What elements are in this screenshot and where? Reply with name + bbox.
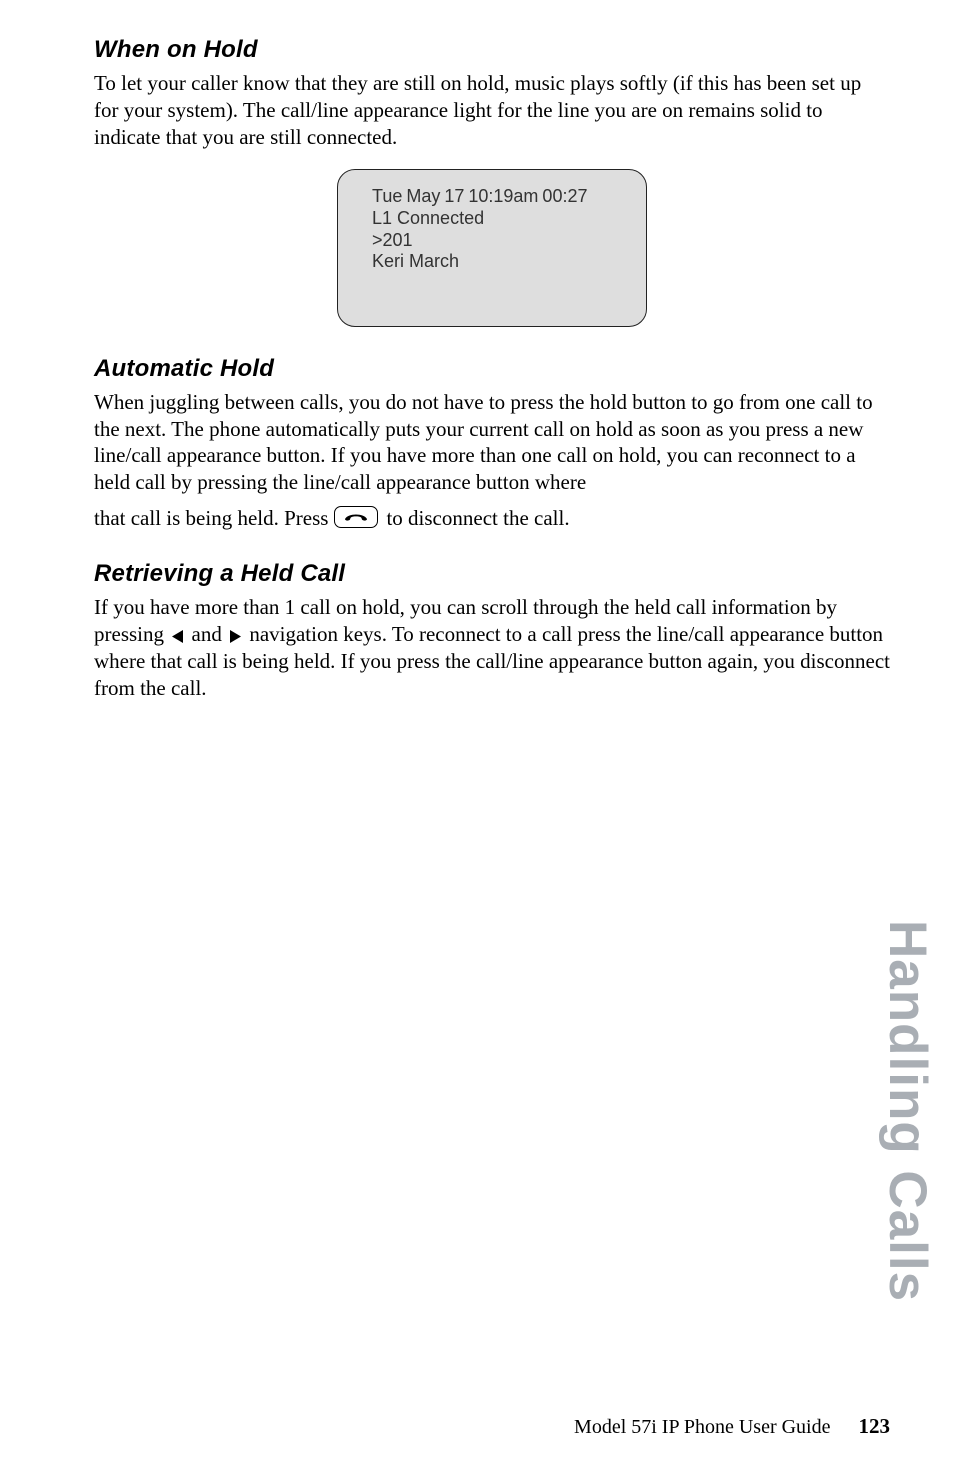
para-retrieving-held-call: If you have more than 1 call on hold, yo… (94, 594, 890, 702)
footer-page-number: 123 (859, 1414, 891, 1439)
lcd-screen: Tue May 17 10:19am 00:27 L1 Connected >2… (337, 169, 647, 327)
para-automatic-hold: When juggling between calls, you do not … (94, 389, 890, 497)
lcd-line-name: Keri March (372, 251, 632, 273)
page-footer: Model 57i IP Phone User Guide 123 (574, 1414, 890, 1439)
lcd-line-datetime: Tue May 17 10:19am 00:27 (372, 186, 632, 208)
page-content: When on Hold To let your caller know tha… (0, 0, 954, 1475)
para-automatic-hold-press: that call is being held. Press to discon… (94, 504, 890, 532)
heading-automatic-hold: Automatic Hold (94, 355, 890, 383)
lcd-figure-container: Tue May 17 10:19am 00:27 L1 Connected >2… (94, 169, 890, 327)
lcd-line-number: >201 (372, 230, 632, 252)
text-and: and (192, 622, 222, 646)
footer-guide-title: Model 57i IP Phone User Guide (574, 1416, 830, 1439)
section-tab: Handling Calls (877, 920, 938, 1302)
nav-left-icon (171, 629, 184, 644)
heading-retrieving-held-call: Retrieving a Held Call (94, 560, 890, 588)
text-press-pre: that call is being held. Press (94, 504, 328, 532)
para-when-on-hold: To let your caller know that they are st… (94, 70, 890, 151)
text-press-post: to disconnect the call. (386, 504, 569, 532)
heading-when-on-hold: When on Hold (94, 36, 890, 64)
lcd-line-status: L1 Connected (372, 208, 632, 230)
nav-right-icon (229, 629, 242, 644)
goodbye-key-icon (334, 506, 378, 528)
